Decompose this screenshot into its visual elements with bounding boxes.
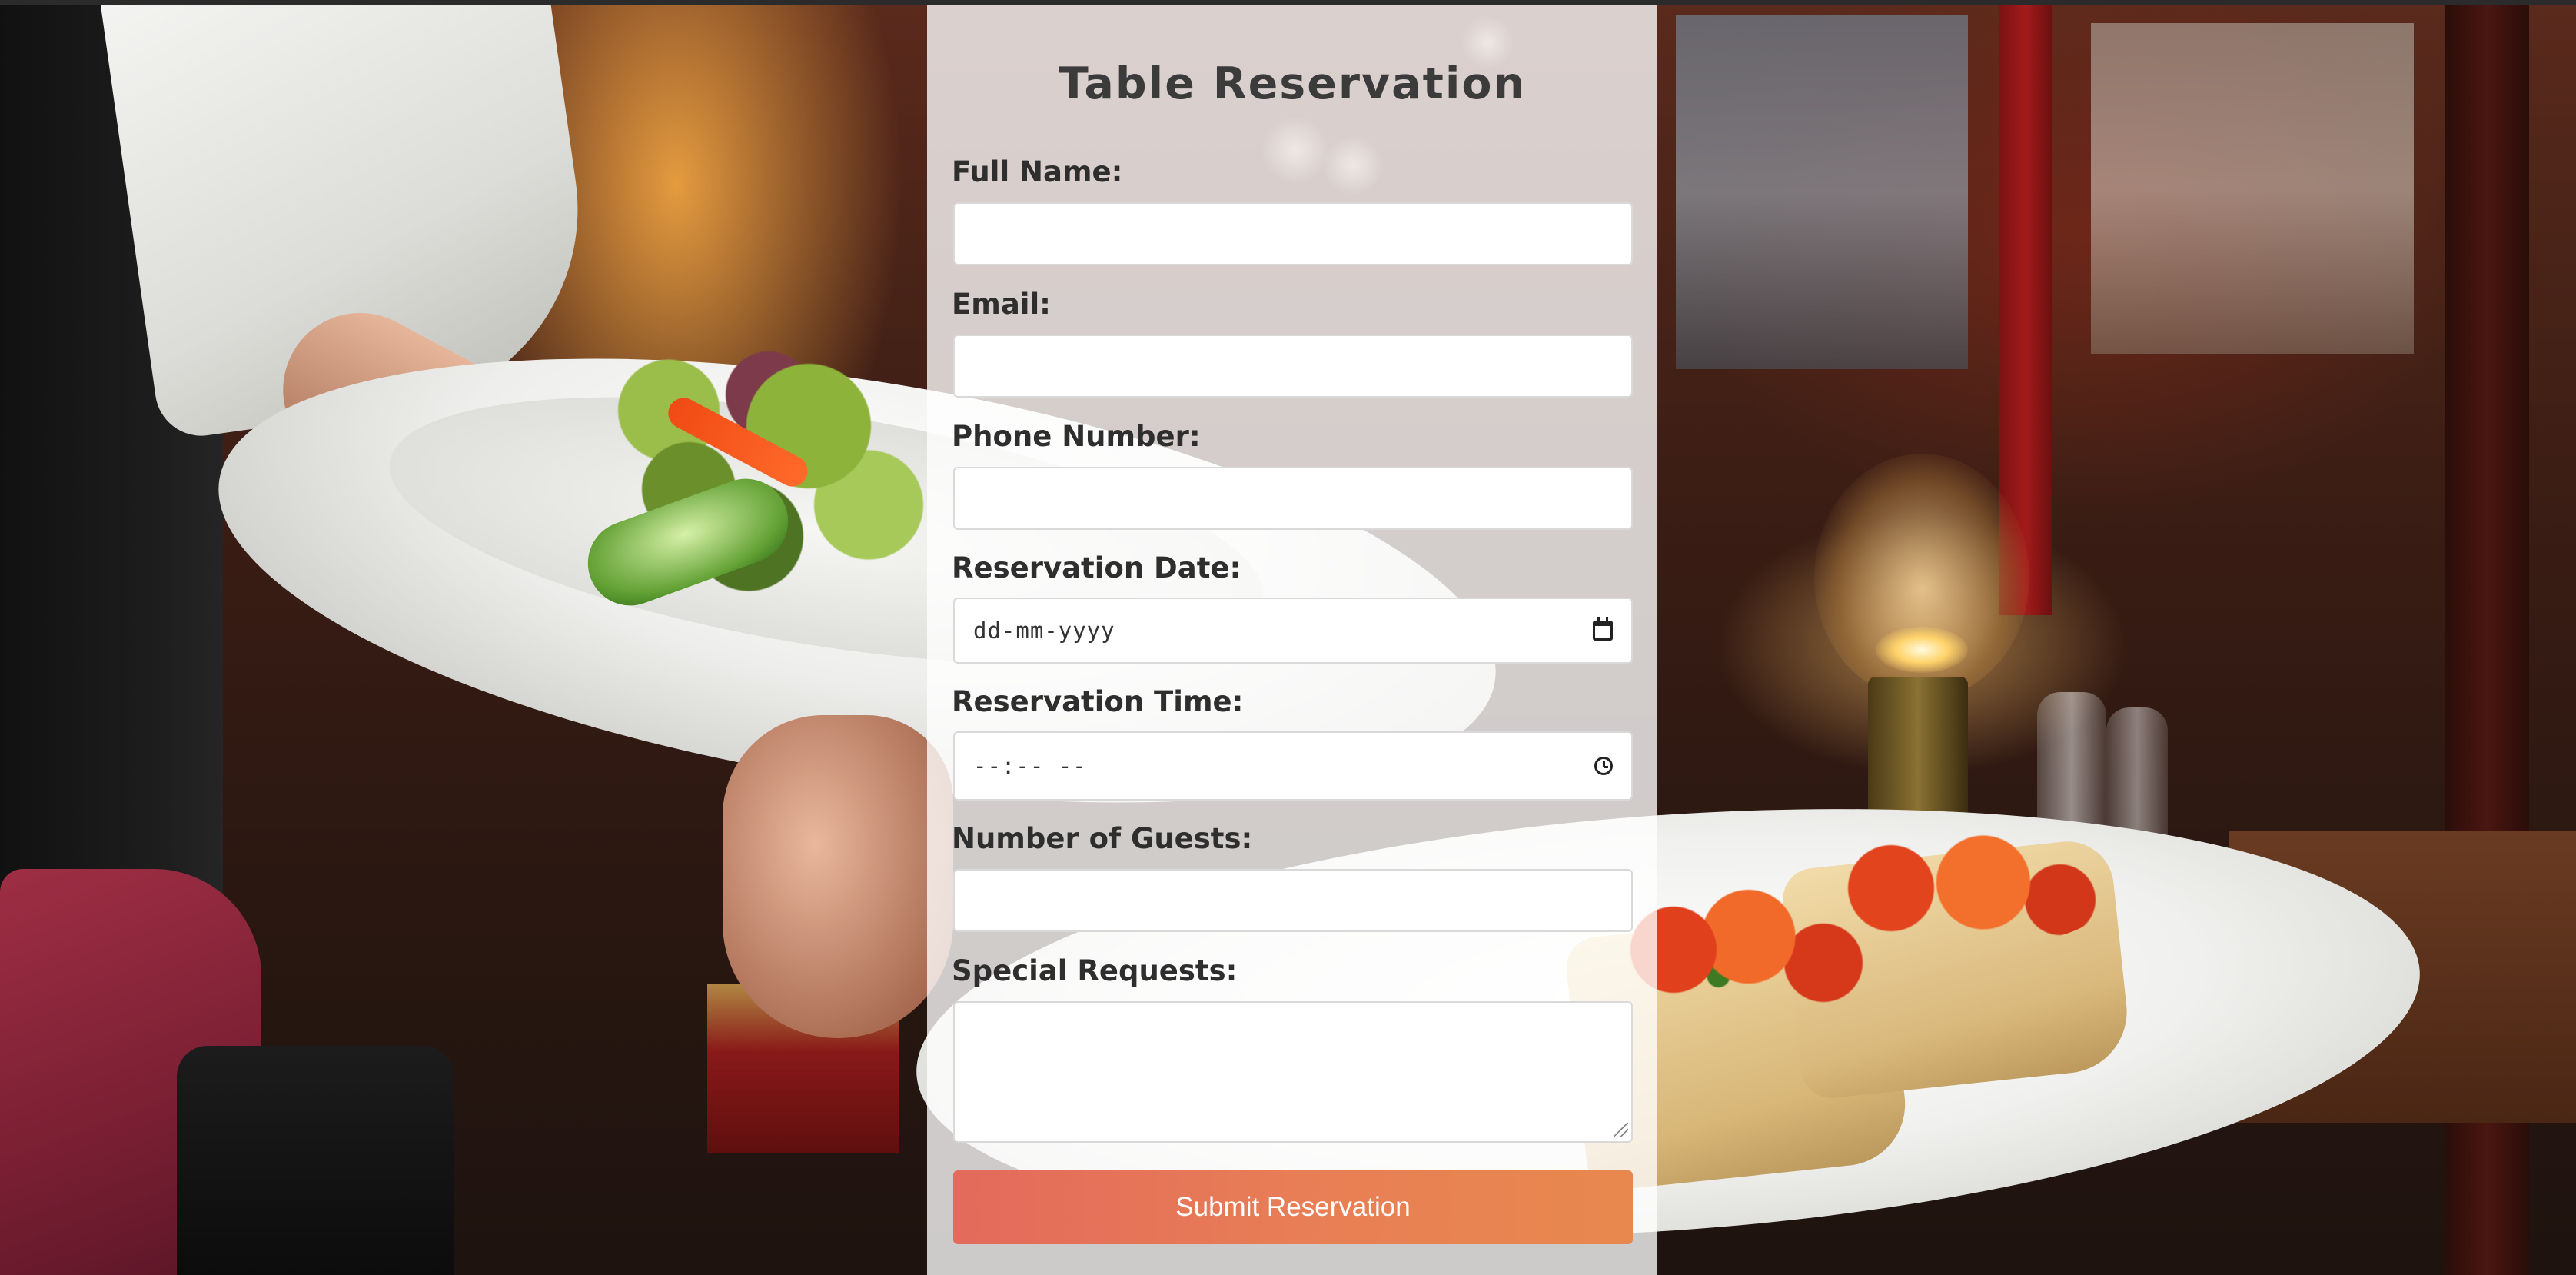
full-name-input[interactable]: [953, 202, 1633, 265]
candle-flame: [1876, 627, 1968, 673]
reservation-time-label: Reservation Time:: [952, 685, 1244, 718]
reservation-date-input[interactable]: dd-mm-yyyy: [953, 598, 1633, 664]
email-input[interactable]: [953, 335, 1633, 398]
reservation-date-label: Reservation Date:: [952, 551, 1241, 584]
reservation-time-placeholder: --:-- --: [973, 753, 1087, 779]
reservation-date-placeholder: dd-mm-yyyy: [973, 618, 1115, 644]
bruschetta-tomato: [1799, 831, 2106, 946]
special-requests-textarea[interactable]: [953, 1001, 1633, 1143]
number-of-guests-label: Number of Guests:: [952, 822, 1253, 855]
waiter-holster: [177, 1046, 454, 1275]
waiter-hand: [723, 715, 953, 1038]
email-label: Email:: [952, 288, 1051, 321]
reservation-time-input[interactable]: --:-- --: [953, 731, 1633, 801]
phone-number-label: Phone Number:: [952, 420, 1201, 453]
calendar-icon[interactable]: [1593, 617, 1613, 641]
background-window-right: [2091, 23, 2414, 354]
number-of-guests-input[interactable]: [953, 869, 1633, 932]
textarea-resize-handle[interactable]: [1614, 1123, 1628, 1137]
special-requests-label: Special Requests:: [952, 954, 1238, 987]
clock-icon[interactable]: [1594, 757, 1613, 775]
submit-reservation-button[interactable]: Submit Reservation: [953, 1170, 1633, 1244]
form-title: Table Reservation: [1058, 58, 1527, 109]
phone-number-input[interactable]: [953, 467, 1633, 530]
reservation-form: Table Reservation Full Name: Email: Phon…: [927, 5, 1657, 1275]
background-window: [1676, 15, 1968, 369]
full-name-label: Full Name:: [952, 155, 1123, 188]
